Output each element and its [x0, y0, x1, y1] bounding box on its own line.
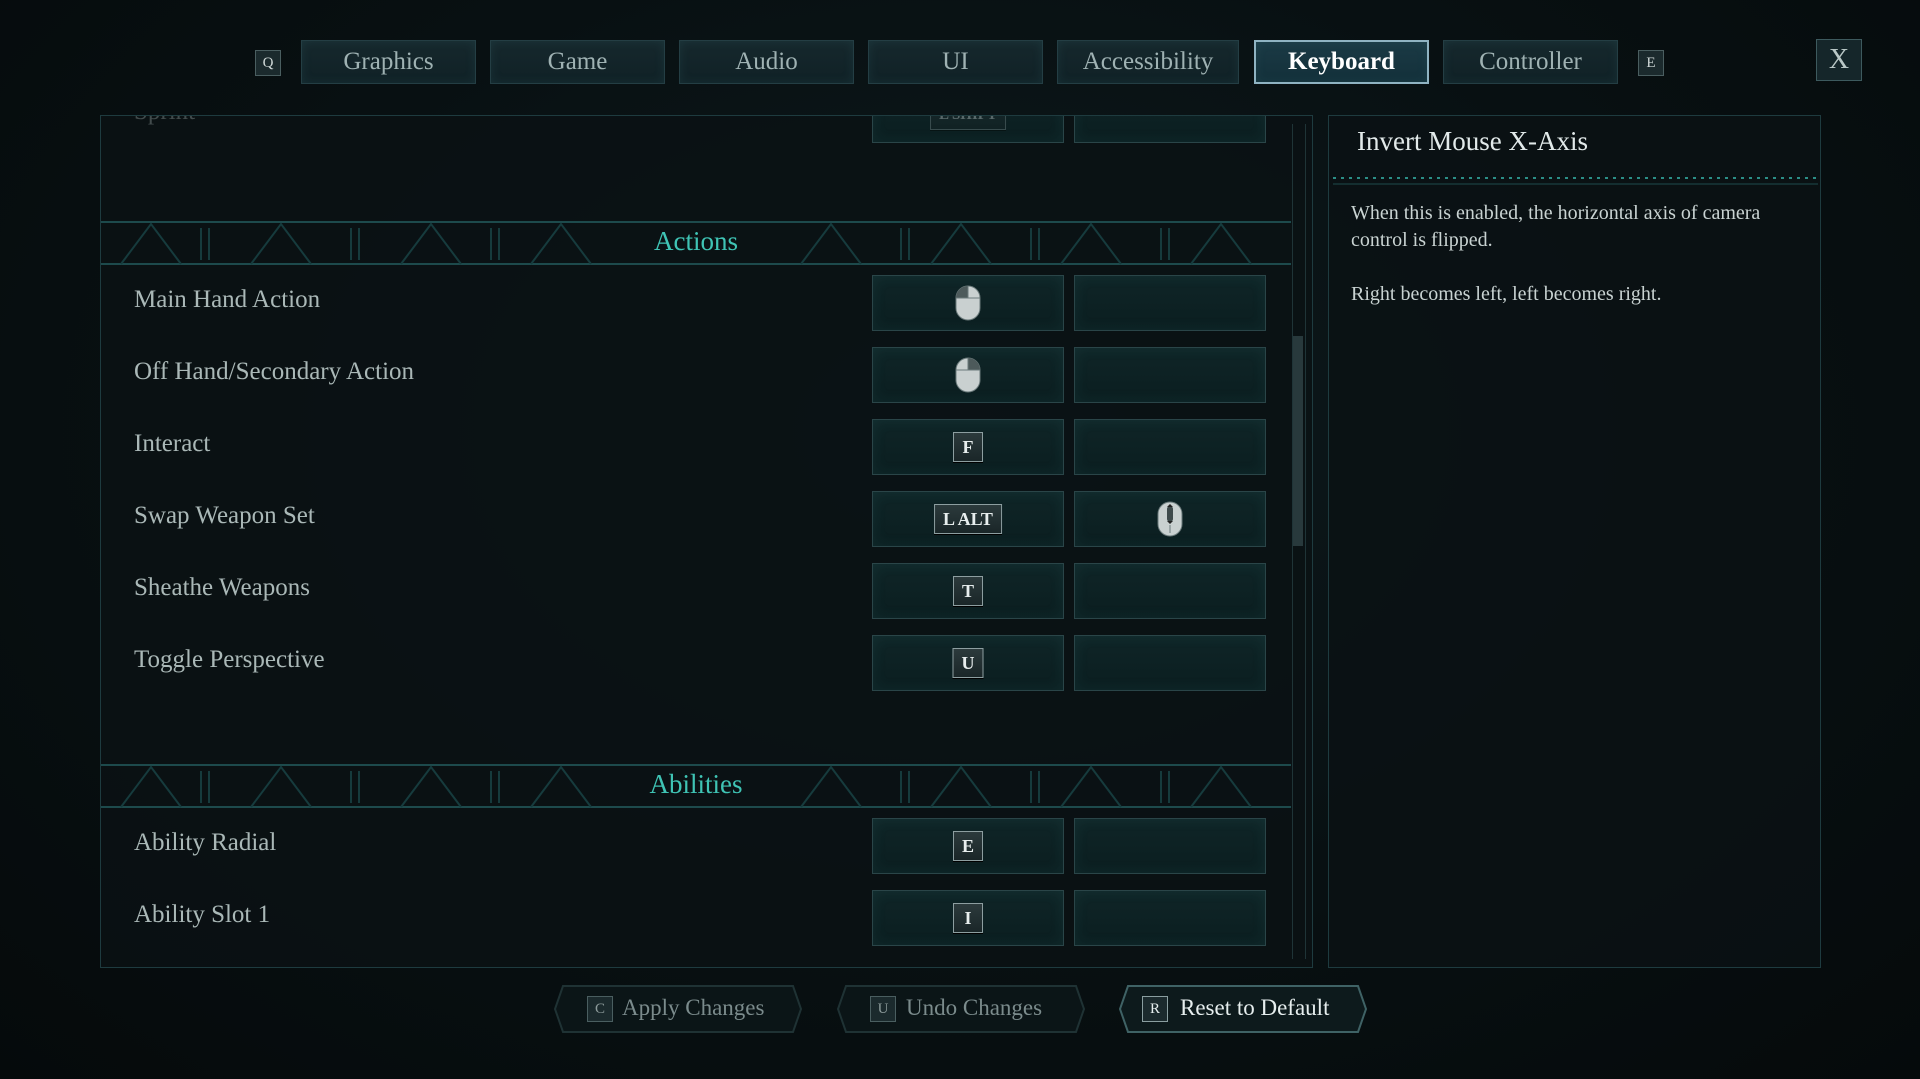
- tab-accessibility[interactable]: Accessibility: [1057, 40, 1239, 84]
- primary-binding-slot[interactable]: L ALT: [872, 491, 1064, 547]
- apply-changes-button[interactable]: C Apply Changes: [553, 984, 803, 1034]
- secondary-binding-slot[interactable]: [1074, 890, 1266, 946]
- binding-row-off-hand-action[interactable]: Off Hand/Secondary Action: [101, 346, 1291, 406]
- secondary-binding-slot[interactable]: [1074, 116, 1266, 143]
- binding-label: Swap Weapon Set: [134, 502, 315, 529]
- key-badge: U: [952, 648, 984, 678]
- section-header-abilities: Abilities: [101, 763, 1291, 809]
- binding-row-sheathe-weapons[interactable]: Sheathe Weapons T: [101, 562, 1291, 622]
- secondary-binding-slot[interactable]: [1074, 818, 1266, 874]
- secondary-binding-slot[interactable]: [1074, 491, 1266, 547]
- next-tab-key-hint[interactable]: E: [1638, 50, 1664, 76]
- binding-row-toggle-perspective[interactable]: Toggle Perspective U: [101, 634, 1291, 694]
- close-button[interactable]: X: [1816, 39, 1862, 81]
- secondary-binding-slot[interactable]: [1074, 347, 1266, 403]
- description-paragraph: When this is enabled, the horizontal axi…: [1351, 202, 1761, 251]
- description-body: When this is enabled, the horizontal axi…: [1351, 200, 1791, 335]
- tab-ui[interactable]: UI: [868, 40, 1043, 84]
- mouse-right-icon: [955, 357, 981, 393]
- description-panel: Invert Mouse X-Axis When this is enabled…: [1328, 115, 1821, 968]
- binding-label: Interact: [134, 430, 211, 457]
- secondary-binding-slot[interactable]: [1074, 275, 1266, 331]
- key-badge: L ALT: [934, 504, 1002, 534]
- primary-binding-slot[interactable]: E: [872, 818, 1064, 874]
- tab-game[interactable]: Game: [490, 40, 665, 84]
- prev-tab-key-hint[interactable]: Q: [255, 50, 281, 76]
- tab-audio[interactable]: Audio: [679, 40, 854, 84]
- binding-label: Ability Radial: [134, 829, 277, 856]
- key-hint: R: [1142, 996, 1168, 1022]
- binding-label: Toggle Perspective: [134, 646, 325, 673]
- settings-tab-bar: Q Graphics Game Audio UI Accessibility K…: [0, 38, 1920, 88]
- scrollbar-thumb[interactable]: [1293, 336, 1303, 546]
- tab-controller[interactable]: Controller: [1443, 40, 1618, 84]
- key-hint: U: [870, 996, 896, 1022]
- description-title: Invert Mouse X-Axis: [1357, 126, 1588, 156]
- primary-binding-slot[interactable]: [872, 347, 1064, 403]
- key-badge: I: [953, 903, 983, 933]
- button-label: Reset to Default: [1180, 995, 1330, 1020]
- binding-label: Ability Slot 1: [134, 901, 271, 928]
- section-header-actions: Actions: [101, 220, 1291, 266]
- primary-binding-slot[interactable]: F: [872, 419, 1064, 475]
- tab-keyboard[interactable]: Keyboard: [1254, 40, 1429, 84]
- mouse-left-icon: [955, 285, 981, 321]
- binding-row-ability-slot-1[interactable]: Ability Slot 1 I: [101, 889, 1291, 949]
- binding-row-main-hand-action[interactable]: Main Hand Action: [101, 274, 1291, 334]
- mouse-wheel-icon: [1157, 501, 1183, 537]
- primary-binding-slot[interactable]: T: [872, 563, 1064, 619]
- key-badge: E: [952, 831, 984, 861]
- binding-row-ability-radial[interactable]: Ability Radial E: [101, 817, 1291, 877]
- ornament-divider: [1333, 177, 1818, 185]
- binding-row-swap-weapon-set[interactable]: Swap Weapon Set L ALT: [101, 490, 1291, 550]
- primary-binding-slot[interactable]: L SHIFT: [872, 116, 1064, 143]
- primary-binding-slot[interactable]: U: [872, 635, 1064, 691]
- secondary-binding-slot[interactable]: [1074, 635, 1266, 691]
- secondary-binding-slot[interactable]: [1074, 563, 1266, 619]
- secondary-binding-slot[interactable]: [1074, 419, 1266, 475]
- key-badge: L SHIFT: [930, 116, 1006, 130]
- key-badge: T: [952, 576, 984, 606]
- button-label: Apply Changes: [622, 995, 765, 1020]
- binding-label: Sprint: [134, 116, 195, 126]
- reset-to-default-button[interactable]: R Reset to Default: [1118, 984, 1368, 1034]
- key-hint: C: [587, 996, 613, 1022]
- binding-row-sprint[interactable]: Sprint L SHIFT: [101, 116, 1291, 146]
- section-title: Abilities: [649, 769, 743, 799]
- section-title: Actions: [654, 226, 738, 256]
- undo-changes-button[interactable]: U Undo Changes: [836, 984, 1086, 1034]
- primary-binding-slot[interactable]: [872, 275, 1064, 331]
- key-badge: F: [953, 432, 983, 462]
- description-paragraph: Right becomes left, left becomes right.: [1351, 283, 1662, 305]
- binding-label: Sheathe Weapons: [134, 574, 310, 601]
- binding-label: Off Hand/Secondary Action: [134, 358, 415, 385]
- binding-row-interact[interactable]: Interact F: [101, 418, 1291, 478]
- keybindings-panel: Sprint L SHIFT Actions Main Hand Action: [100, 115, 1313, 968]
- primary-binding-slot[interactable]: I: [872, 890, 1064, 946]
- tab-graphics[interactable]: Graphics: [301, 40, 476, 84]
- binding-label: Main Hand Action: [134, 286, 321, 313]
- button-label: Undo Changes: [906, 995, 1043, 1020]
